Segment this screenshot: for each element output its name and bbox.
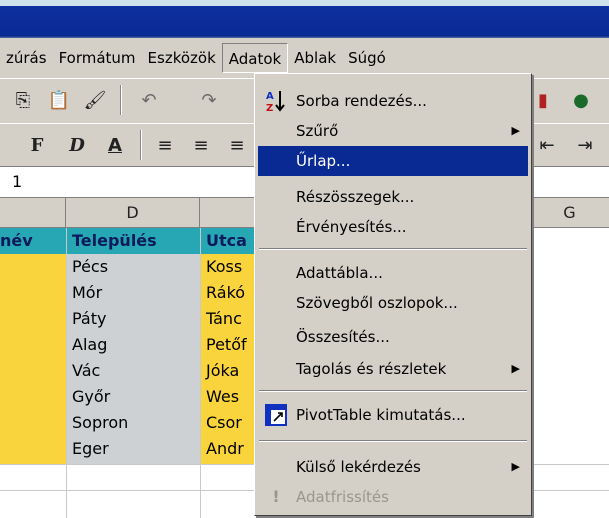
- menu-data[interactable]: Adatok: [221, 43, 289, 73]
- column-header-g[interactable]: G: [530, 198, 609, 228]
- menu-item-group-outline[interactable]: Tagolás és részletek ▶: [258, 354, 528, 384]
- menu-help[interactable]: Súgó: [342, 43, 392, 73]
- data-menu-dropdown: AZ Sorba rendezés... Szűrő ▶ Űrlap... Ré…: [254, 73, 532, 516]
- cell-settlement[interactable]: Vác: [66, 358, 200, 384]
- submenu-arrow-icon: ▶: [511, 460, 520, 473]
- menu-separator: [259, 390, 527, 392]
- cell-street[interactable]: Andr: [200, 436, 256, 462]
- align-right-icon[interactable]: ≡: [222, 130, 252, 160]
- menu-item-pivot-table[interactable]: PivotTable kimutatás...: [258, 400, 528, 430]
- menu-item-label: Szűrő: [296, 122, 339, 140]
- cell-street[interactable]: Csor: [200, 410, 256, 436]
- grid-line: [66, 228, 67, 518]
- toolbar-separator: [120, 85, 122, 115]
- format-painter-icon[interactable]: 🖌: [80, 85, 110, 115]
- menu-item-label: Részösszegek...: [296, 188, 415, 206]
- menu-item-label: Tagolás és részletek: [296, 360, 447, 378]
- title-bar[interactable]: [0, 0, 609, 38]
- menu-item-consolidate[interactable]: Összesítés...: [258, 322, 528, 352]
- cell-settlement[interactable]: Alag: [66, 332, 200, 358]
- menu-insert[interactable]: zúrás: [0, 43, 53, 73]
- menu-item-form[interactable]: Űrlap...: [258, 146, 528, 176]
- cell-settlement[interactable]: Páty: [66, 306, 200, 332]
- decrease-indent-icon[interactable]: ⇤: [532, 130, 562, 160]
- menu-item-subtotals[interactable]: Részösszegek...: [258, 182, 528, 212]
- paste-icon[interactable]: 📋: [44, 85, 74, 115]
- menu-item-label: Érvényesítés...: [296, 218, 407, 236]
- menu-item-filter[interactable]: Szűrő ▶: [258, 116, 528, 146]
- italic-button[interactable]: D: [62, 130, 92, 160]
- align-left-icon[interactable]: ≡: [150, 130, 180, 160]
- menu-item-external-query[interactable]: Külső lekérdezés ▶: [258, 452, 528, 482]
- column-header-e[interactable]: [200, 198, 256, 228]
- column-header-d[interactable]: D: [66, 198, 200, 228]
- menu-separator: [259, 440, 527, 442]
- menu-tools[interactable]: Eszközök: [142, 43, 222, 73]
- cell-street[interactable]: Wes: [200, 384, 256, 410]
- menu-item-label: Sorba rendezés...: [296, 92, 427, 110]
- menu-bar: zúrás Formátum Eszközök Adatok Ablak Súg…: [0, 38, 609, 78]
- header-cell-settlement[interactable]: Település: [66, 228, 200, 254]
- menu-item-label: Szövegből oszlopok...: [296, 294, 458, 312]
- sort-az-icon: AZ: [264, 89, 288, 113]
- cell-street[interactable]: Jóka: [200, 358, 256, 384]
- header-cell-name[interactable]: név: [0, 228, 66, 254]
- cell-street[interactable]: Rákó: [200, 280, 256, 306]
- svg-text:A: A: [266, 91, 274, 102]
- submenu-arrow-icon: ▶: [511, 362, 520, 375]
- menu-item-label: PivotTable kimutatás...: [296, 406, 466, 424]
- grid-line: [200, 228, 201, 518]
- chart-wizard-icon[interactable]: ▮: [528, 85, 558, 115]
- menu-separator: [259, 248, 527, 250]
- menu-item-label: Adatfrissítés: [296, 488, 389, 506]
- formula-value: 1: [12, 172, 23, 191]
- pivot-table-icon: [264, 403, 288, 427]
- align-center-icon[interactable]: ≡: [186, 130, 216, 160]
- cell-settlement[interactable]: Pécs: [66, 254, 200, 280]
- menu-window[interactable]: Ablak: [288, 43, 342, 73]
- menu-item-validation[interactable]: Érvényesítés...: [258, 212, 528, 242]
- menu-format[interactable]: Formátum: [53, 43, 142, 73]
- menu-item-label: Adattábla...: [296, 264, 383, 282]
- undo-icon[interactable]: ↶: [134, 85, 164, 115]
- menu-item-sort[interactable]: AZ Sorba rendezés...: [258, 86, 528, 116]
- toolbar-separator: [140, 130, 142, 160]
- cell-settlement[interactable]: Sopron: [66, 410, 200, 436]
- redo-icon[interactable]: ↷: [194, 85, 224, 115]
- cell-settlement[interactable]: Győr: [66, 384, 200, 410]
- name-column-fill[interactable]: [0, 254, 66, 464]
- submenu-arrow-icon: ▶: [511, 124, 520, 137]
- menu-item-label: Űrlap...: [296, 152, 351, 170]
- menu-item-text-to-columns[interactable]: Szövegből oszlopok...: [258, 288, 528, 318]
- header-cell-street[interactable]: Utca: [200, 228, 256, 254]
- svg-text:Z: Z: [266, 103, 273, 113]
- column-header-c[interactable]: [0, 198, 66, 228]
- cell-street[interactable]: Petőf: [200, 332, 256, 358]
- increase-indent-icon[interactable]: ⇥: [570, 130, 600, 160]
- excel-window: zúrás Formátum Eszközök Adatok Ablak Súg…: [0, 0, 609, 518]
- map-icon[interactable]: ●: [566, 85, 596, 115]
- cell-street[interactable]: Tánc: [200, 306, 256, 332]
- cell-settlement[interactable]: Eger: [66, 436, 200, 462]
- copy-icon[interactable]: ⎘: [8, 85, 38, 115]
- menu-item-label: Összesítés...: [296, 328, 390, 346]
- refresh-icon: !: [272, 487, 280, 506]
- underline-button[interactable]: A: [100, 130, 130, 160]
- cell-settlement[interactable]: Mór: [66, 280, 200, 306]
- menu-item-label: Külső lekérdezés: [296, 458, 421, 476]
- menu-item-data-table[interactable]: Adattábla...: [258, 258, 528, 288]
- bold-button[interactable]: F: [22, 130, 52, 160]
- menu-item-refresh[interactable]: ! Adatfrissítés: [258, 482, 528, 512]
- cell-street[interactable]: Koss: [200, 254, 256, 280]
